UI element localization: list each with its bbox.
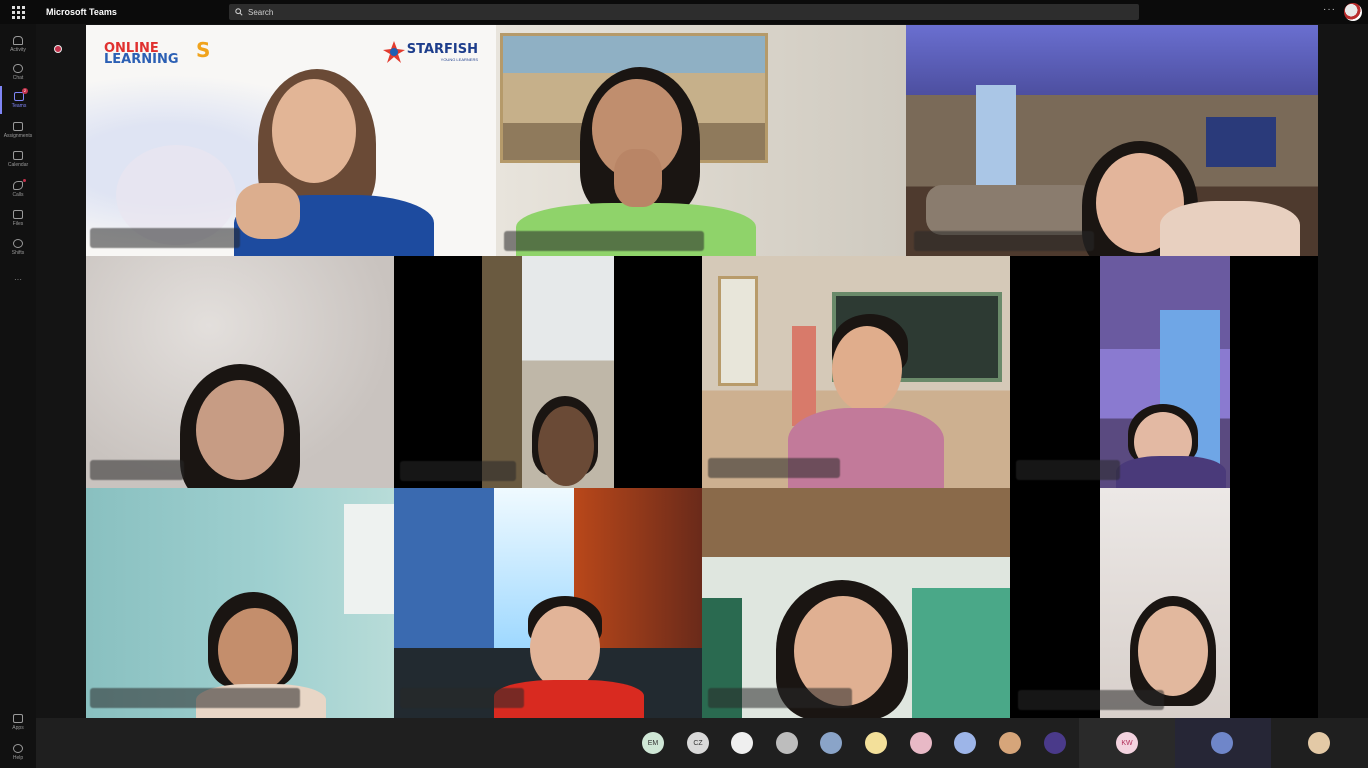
participant-avatar[interactable]: [776, 732, 798, 754]
participant-avatar[interactable]: [1211, 732, 1233, 754]
video-tile-4[interactable]: [86, 256, 394, 488]
video-tile-3[interactable]: [906, 25, 1318, 256]
participant-avatar[interactable]: [1308, 732, 1330, 754]
assignments-icon: [13, 121, 23, 131]
participant-name-label: [1018, 690, 1164, 710]
participant-name-label: [90, 460, 184, 480]
participant-dock: EM CZ KW: [36, 718, 1368, 768]
rail-item-teams[interactable]: Teams 2: [0, 86, 36, 114]
calls-indicator: [23, 179, 26, 182]
video-tile-5[interactable]: [394, 256, 702, 488]
more-options-icon[interactable]: ···: [1323, 4, 1336, 15]
participant-avatar[interactable]: [954, 732, 976, 754]
calendar-icon: [13, 150, 23, 160]
video-tile-9[interactable]: [394, 488, 702, 718]
participant-avatar[interactable]: [820, 732, 842, 754]
apps-icon: [13, 713, 23, 723]
rail-item-calendar[interactable]: Calendar: [0, 145, 36, 173]
starfish-mark-icon: [382, 41, 405, 63]
participant-avatar[interactable]: KW: [1116, 732, 1138, 754]
video-tile-6[interactable]: [702, 256, 1010, 488]
participant-name-label: [400, 688, 524, 708]
app-launcher-icon[interactable]: [0, 0, 36, 24]
rail-item-assignments[interactable]: Assignments: [0, 116, 36, 144]
search-input[interactable]: Search: [229, 4, 1139, 20]
app-rail: Activity Chat Teams 2 Assignments Calend…: [0, 24, 36, 768]
participant-avatar[interactable]: CZ: [687, 732, 709, 754]
rail-item-help[interactable]: Help: [0, 738, 36, 766]
rail-item-calls[interactable]: Calls: [0, 175, 36, 203]
participant-avatar[interactable]: [910, 732, 932, 754]
rail-item-apps[interactable]: Apps: [0, 708, 36, 736]
participant-avatar[interactable]: [1044, 732, 1066, 754]
participant-name-label: [504, 231, 704, 251]
teams-badge: 2: [22, 88, 28, 94]
video-tile-11[interactable]: [1010, 488, 1318, 718]
participant-name-label: [90, 688, 300, 708]
online-learning-logo: ONLINE LEARNING S: [104, 38, 211, 67]
search-icon: [235, 8, 243, 16]
participant-name-label: [1016, 460, 1120, 480]
search-placeholder: Search: [248, 7, 274, 17]
recording-indicator: [54, 45, 62, 53]
chat-icon: [13, 63, 23, 73]
shifts-icon: [13, 238, 23, 248]
participant-avatar[interactable]: [865, 732, 887, 754]
video-tile-10[interactable]: [702, 488, 1010, 718]
starfish-logo: STARFISH YOUNG LEARNERS: [381, 39, 478, 65]
video-tile-7[interactable]: [1010, 256, 1318, 488]
participant-name-label: [708, 688, 852, 708]
rail-more-apps[interactable]: ···: [0, 265, 36, 293]
title-bar: Microsoft Teams Search ···: [0, 0, 1368, 24]
profile-avatar[interactable]: [1344, 3, 1362, 21]
participant-avatar[interactable]: [999, 732, 1021, 754]
participant-name-label: [400, 461, 516, 481]
phone-icon: [13, 180, 23, 190]
video-tile-presenter[interactable]: ONLINE LEARNING S STARFISH YOUNG LEARNER…: [86, 25, 496, 256]
bell-icon: [13, 35, 23, 45]
participant-avatar[interactable]: [731, 732, 753, 754]
rail-item-activity[interactable]: Activity: [0, 30, 36, 58]
video-tile-8[interactable]: [86, 488, 394, 718]
video-tile-2[interactable]: [496, 25, 906, 256]
participant-name-label: [914, 231, 1094, 251]
file-icon: [13, 209, 23, 219]
participant-name-label: [90, 228, 240, 248]
rail-item-chat[interactable]: Chat: [0, 58, 36, 86]
rail-item-files[interactable]: Files: [0, 204, 36, 232]
help-icon: [13, 743, 23, 753]
rail-item-shifts[interactable]: Shifts: [0, 233, 36, 261]
participant-name-label: [708, 458, 840, 478]
participant-avatar[interactable]: EM: [642, 732, 664, 754]
meeting-stage: ONLINE LEARNING S STARFISH YOUNG LEARNER…: [36, 24, 1368, 718]
app-title: Microsoft Teams: [46, 7, 117, 17]
